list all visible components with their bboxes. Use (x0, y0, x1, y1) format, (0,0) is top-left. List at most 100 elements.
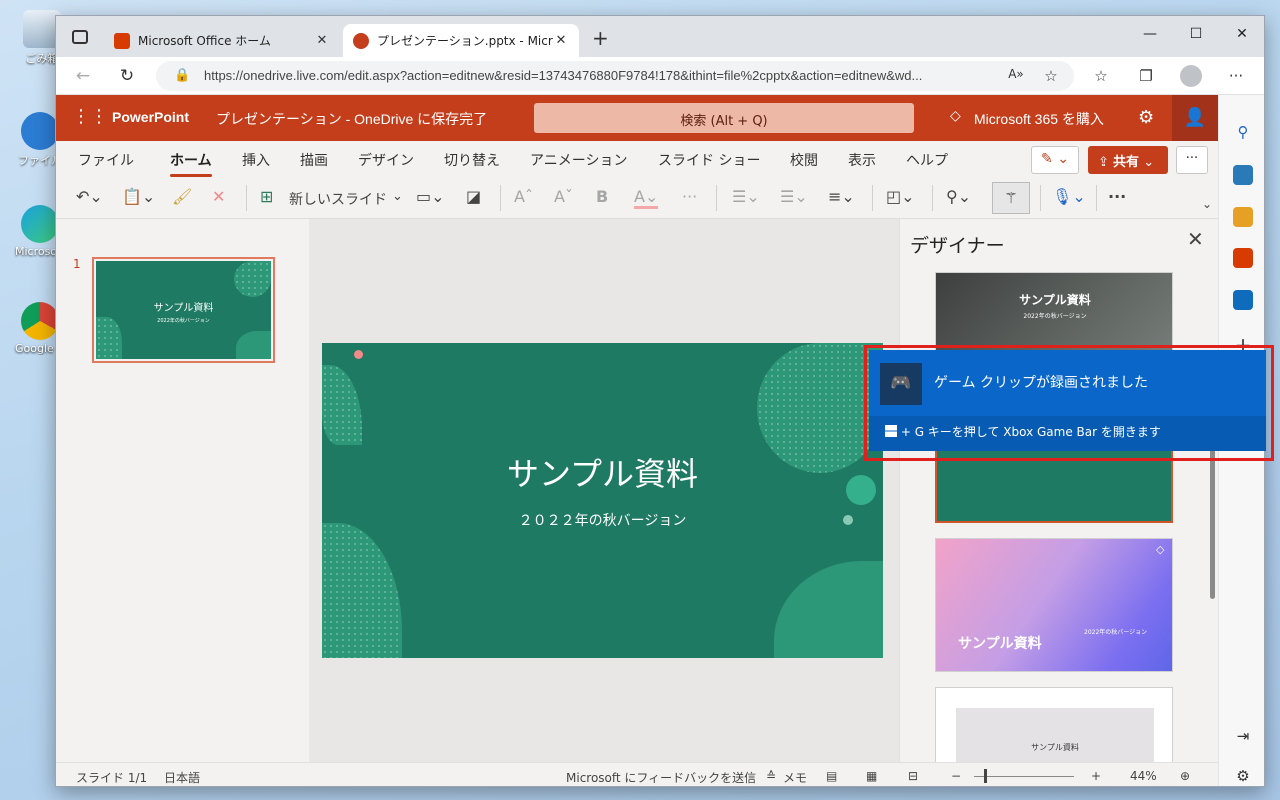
outlook-icon[interactable] (1233, 290, 1253, 310)
sorter-view-icon[interactable]: ▦ (866, 769, 877, 783)
favorites-icon[interactable]: ☆ (1091, 67, 1111, 87)
zoom-out-icon[interactable]: − (951, 769, 961, 783)
tab-home[interactable]: ホーム (170, 150, 212, 177)
game-clip-notification[interactable]: 🎮 ゲーム クリップが録画されました + G キーを押して Xbox Game … (869, 350, 1266, 451)
new-tab-icon[interactable]: + (592, 26, 609, 50)
design-option-card[interactable]: サンプル資料 (935, 687, 1173, 767)
more-options-button[interactable]: ··· (1176, 146, 1208, 174)
settings-icon[interactable]: ⚙ (1138, 107, 1154, 128)
chevron-down-icon[interactable]: ⌄ (392, 189, 403, 204)
search-icon[interactable]: ⚲ (1233, 123, 1253, 143)
layout-icon[interactable]: ▭⌄ (416, 187, 445, 206)
tab-transitions[interactable]: 切り替え (444, 150, 500, 170)
add-favorite-icon[interactable]: ☆ (1041, 67, 1061, 87)
undo-icon[interactable]: ↶⌄ (76, 187, 103, 206)
bold-icon[interactable]: B (596, 187, 608, 206)
align-icon[interactable]: ≡⌄ (828, 187, 855, 206)
zoom-level[interactable]: 44% (1130, 769, 1157, 783)
zoom-slider[interactable] (974, 776, 1074, 777)
tab-title: プレゼンテーション.pptx - Microsoft PowerPoint (377, 34, 553, 48)
tab-draw[interactable]: 描画 (300, 150, 328, 170)
find-icon[interactable]: ⚲⌄ (946, 187, 971, 206)
close-tab-icon[interactable]: ✕ (314, 33, 330, 48)
zoom-slider-thumb[interactable] (984, 769, 987, 783)
office-icon[interactable] (1233, 248, 1253, 268)
tab-office-home[interactable]: Microsoft Office ホーム ✕ (104, 24, 340, 57)
tab-insert[interactable]: 挿入 (242, 150, 270, 170)
more-commands-icon[interactable]: ··· (1108, 187, 1126, 206)
feedback-link[interactable]: Microsoft にフィードバックを送信 (566, 769, 756, 786)
new-slide-icon[interactable]: ⊞ (260, 187, 273, 206)
design-option-card[interactable]: ◇ サンプル資料 2022年の秋バージョン (935, 538, 1173, 672)
design-card-title: サンプル資料 (958, 636, 1042, 652)
close-tab-icon[interactable]: ✕ (553, 33, 569, 48)
search-box[interactable]: 検索 (Alt + Q) (534, 103, 914, 133)
reading-view-icon[interactable]: ⊟ (908, 769, 918, 783)
more-menu-icon[interactable]: ··· (1226, 67, 1246, 87)
designer-button[interactable]: ⚚ (992, 182, 1030, 214)
tab-review[interactable]: 校閲 (790, 150, 818, 170)
games-icon[interactable] (1233, 207, 1253, 227)
sidebar-settings-icon[interactable]: ⚙ (1233, 767, 1253, 786)
lock-icon[interactable]: 🔒 (174, 68, 190, 83)
url-field[interactable]: https://onedrive.live.com/edit.aspx?acti… (156, 61, 1074, 91)
slide-thumbnail[interactable]: サンプル資料 2022年の秋バージョン (92, 257, 275, 363)
editing-mode-button[interactable]: ✎ ⌄ (1031, 146, 1079, 174)
dictate-icon[interactable]: 🎙⌄ (1052, 187, 1086, 206)
tab-slideshow[interactable]: スライド ショー (658, 150, 760, 170)
notes-icon[interactable]: ≙ (766, 769, 776, 783)
maximize-icon[interactable]: ☐ (1186, 26, 1206, 42)
decrease-font-icon[interactable]: Aˇ (554, 187, 573, 206)
design-card-inner (956, 708, 1154, 766)
font-color-icon[interactable]: A⌄ (634, 187, 659, 209)
delete-icon[interactable]: ✕ (212, 187, 225, 206)
format-painter-icon[interactable]: 🖌 (172, 187, 192, 206)
read-aloud-icon[interactable]: A» (1006, 67, 1026, 87)
increase-font-icon[interactable]: Aˆ (514, 187, 533, 206)
app-name[interactable]: PowerPoint (112, 109, 189, 125)
shopping-icon[interactable] (1233, 165, 1253, 185)
slide-title[interactable]: サンプル資料 (322, 449, 883, 495)
language-status[interactable]: 日本語 (164, 769, 200, 786)
profile-avatar[interactable] (1180, 65, 1202, 87)
tab-help[interactable]: ヘルプ (906, 150, 948, 170)
tab-view[interactable]: 表示 (848, 150, 876, 170)
hide-sidebar-icon[interactable]: ⇥ (1233, 727, 1253, 747)
shapes-icon[interactable]: ◰⌄ (886, 187, 915, 206)
tab-design[interactable]: デザイン (358, 150, 414, 170)
tab-animations[interactable]: アニメーション (530, 150, 627, 170)
slide-subtitle[interactable]: ２０２２年の秋バージョン (322, 510, 883, 530)
share-button[interactable]: ⇪ 共有 ⌄ (1088, 146, 1168, 174)
app-launcher-icon[interactable]: ⋮⋮ (72, 106, 108, 127)
numbering-icon[interactable]: ☰⌄ (780, 187, 808, 206)
bullets-icon[interactable]: ☰⌄ (732, 187, 760, 206)
close-designer-icon[interactable]: ✕ (1187, 227, 1204, 251)
collections-icon[interactable]: ❐ (1136, 67, 1156, 87)
more-font-icon[interactable]: ··· (682, 187, 697, 206)
background-icon[interactable]: ◪ (466, 187, 481, 206)
zoom-in-icon[interactable]: + (1091, 769, 1101, 783)
paste-icon[interactable]: 📋⌄ (122, 187, 155, 206)
office-icon (114, 32, 130, 49)
account-button[interactable]: 👤 (1172, 95, 1218, 141)
document-status[interactable]: プレゼンテーション - OneDrive に保存完了 (216, 109, 487, 129)
slide-thumbnail-pane: 1 サンプル資料 2022年の秋バージョン (56, 219, 309, 762)
new-slide-button[interactable]: 新しいスライド (289, 189, 387, 209)
fit-to-window-icon[interactable]: ⊕ (1180, 769, 1190, 783)
premium-diamond-icon: ◇ (1156, 543, 1165, 556)
minimize-icon[interactable]: — (1140, 26, 1160, 42)
leaf-shape (774, 561, 883, 658)
buy-m365-button[interactable]: Microsoft 365 を購入 (974, 109, 1104, 129)
thumbnail-title: サンプル資料 (153, 303, 214, 314)
collapse-ribbon-icon[interactable]: ⌄ (1202, 197, 1212, 211)
refresh-icon[interactable]: ↻ (116, 66, 138, 86)
normal-view-icon[interactable]: ▤ (826, 769, 837, 783)
tab-file[interactable]: ファイル (78, 150, 134, 170)
back-icon[interactable]: ← (72, 66, 94, 86)
tab-actions-icon[interactable] (72, 30, 88, 44)
design-card-subtitle: 2022年の秋バージョン (1023, 313, 1087, 320)
main-slide[interactable]: サンプル資料 ２０２２年の秋バージョン (322, 343, 883, 658)
tab-powerpoint[interactable]: プレゼンテーション.pptx - Microsoft PowerPoint ✕ (343, 24, 579, 57)
close-window-icon[interactable]: ✕ (1232, 26, 1252, 42)
notes-button[interactable]: メモ (783, 769, 807, 786)
